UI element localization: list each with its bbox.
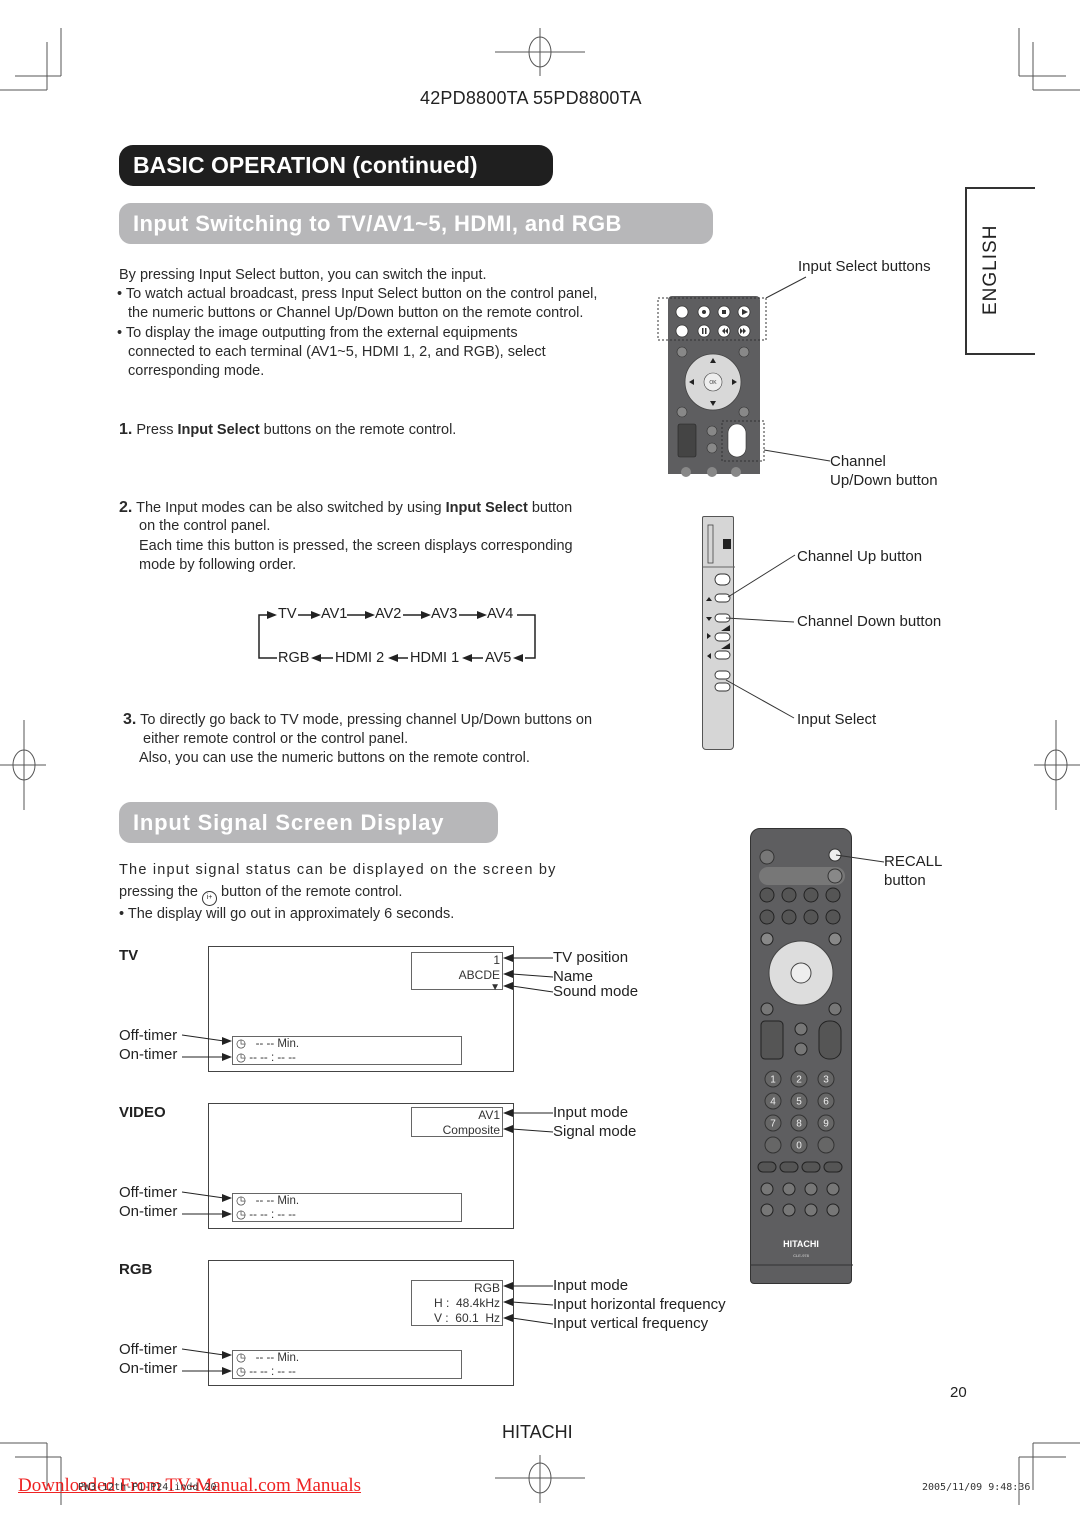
number-label: 0 <box>796 1141 802 1152</box>
callout-recall-button: button <box>884 872 926 889</box>
number-label: 6 <box>823 1097 829 1108</box>
info-line: Composite <box>442 1123 500 1137</box>
print-timestamp: 2005/11/09 9:48:36 <box>922 1482 1031 1493</box>
channel-rocker <box>818 1020 842 1060</box>
number-label: 1 <box>770 1075 776 1086</box>
color-button <box>801 1161 821 1173</box>
info-line: AV1 <box>478 1108 500 1122</box>
number-label: 3 <box>823 1075 829 1086</box>
off-timer-label: Off-timer <box>119 1341 178 1358</box>
info-box: RGB H : 48.4kHz V : 60.1 Hz <box>411 1280 503 1326</box>
recall-callout-line <box>835 854 885 863</box>
return-button <box>828 932 842 946</box>
on-timer-value: -- -- : -- -- <box>249 1209 296 1221</box>
color-button <box>757 1161 777 1173</box>
callout-arrow <box>503 1314 554 1325</box>
input-button <box>781 909 797 925</box>
function-button <box>782 1182 796 1196</box>
info-line: 1 <box>493 953 500 967</box>
input-button <box>759 909 775 925</box>
input-button <box>825 909 841 925</box>
function-button <box>804 1203 818 1217</box>
off-timer-label: Off-timer <box>119 1184 178 1201</box>
on-timer-row: ◷ -- -- : -- -- <box>236 1051 461 1065</box>
color-button <box>823 1161 843 1173</box>
pmode-button <box>828 1002 842 1016</box>
footer-brand: HITACHI <box>502 1422 573 1442</box>
function-button <box>826 1203 840 1217</box>
screen-callout: Input horizontal frequency <box>553 1296 726 1313</box>
callout-arrow <box>503 1282 553 1290</box>
screen-callout: Input mode <box>553 1277 629 1294</box>
number-button <box>764 1136 782 1154</box>
off-timer-label: Off-timer <box>119 1027 178 1044</box>
timer-arrows <box>181 1034 232 1061</box>
remote-brand: HITACHI <box>783 1239 819 1249</box>
info-line: ABCDE <box>458 968 500 982</box>
timer-arrows <box>181 1348 232 1375</box>
function-button <box>826 1182 840 1196</box>
screen-label-0: TV <box>119 947 139 964</box>
volume-rocker <box>760 1020 784 1060</box>
info-line: H : 48.4kHz <box>433 1296 500 1310</box>
function-button <box>760 1203 774 1217</box>
function-button <box>804 1182 818 1196</box>
callout-arrow <box>503 954 553 962</box>
timer-box: ◷ -- -- Min. ◷ -- -- : -- -- <box>232 1036 462 1065</box>
remote-model: CLE-978 <box>793 1253 809 1258</box>
timer-arrows <box>181 1191 232 1218</box>
number-label: 2 <box>796 1075 802 1086</box>
screen-callout: Input mode <box>553 1104 629 1121</box>
on-timer-value: -- -- : -- -- <box>249 1052 296 1064</box>
number-label: 8 <box>796 1119 802 1130</box>
off-timer-row: ◷ -- -- Min. <box>236 1037 461 1051</box>
off-timer-row: ◷ -- -- Min. <box>236 1194 461 1208</box>
callout-arrow <box>503 982 554 993</box>
indd-filename: PW3-12th-P1-P24.indd 20 <box>78 1482 217 1493</box>
smode-button <box>760 1002 774 1016</box>
input-button <box>803 909 819 925</box>
screen-label-2: RGB <box>119 1261 153 1278</box>
function-button <box>782 1203 796 1217</box>
sub-button <box>794 1022 808 1036</box>
on-timer-label: On-timer <box>119 1203 178 1220</box>
menu-button <box>760 932 774 946</box>
info-box: AV1 Composite <box>411 1107 503 1137</box>
number-label: 9 <box>823 1119 829 1130</box>
on-timer-row: ◷ -- -- : -- -- <box>236 1208 461 1222</box>
function-button <box>760 1182 774 1196</box>
number-label: 5 <box>796 1097 802 1108</box>
screen-callout: TV position <box>553 949 629 966</box>
on-timer-label: On-timer <box>119 1360 178 1377</box>
number-button <box>817 1136 835 1154</box>
off-timer-value: -- -- Min. <box>255 1195 300 1207</box>
timer-box: ◷ -- -- Min. ◷ -- -- : -- -- <box>232 1193 462 1222</box>
timer-box: ◷ -- -- Min. ◷ -- -- : -- -- <box>232 1350 462 1379</box>
off-timer-row: ◷ -- -- Min. <box>236 1351 461 1365</box>
callout-recall: RECALL <box>884 853 943 870</box>
callout-arrow <box>503 1109 553 1117</box>
screen-callout: Signal mode <box>553 1123 637 1140</box>
off-timer-value: -- -- Min. <box>255 1038 300 1050</box>
callout-arrow <box>503 1298 554 1306</box>
screen-callout: Sound mode <box>553 983 639 1000</box>
info-line: RGB <box>473 1281 500 1295</box>
on-timer-label: On-timer <box>119 1046 178 1063</box>
screen-callout: Input vertical frequency <box>553 1315 709 1332</box>
info-line: ▼ <box>490 982 500 993</box>
ok-button <box>790 962 812 984</box>
info-box: 1 ABCDE ▼ <box>411 952 503 993</box>
callout-arrow <box>503 1125 554 1133</box>
signal-display-bullet: • The display will go out in approximate… <box>119 906 455 922</box>
number-label: 7 <box>770 1119 776 1130</box>
page-number: 20 <box>950 1384 967 1401</box>
number-label: 4 <box>770 1097 776 1108</box>
on-timer-row: ◷ -- -- : -- -- <box>236 1365 461 1379</box>
mute-button <box>794 1042 808 1056</box>
on-timer-value: -- -- : -- -- <box>249 1366 296 1378</box>
info-line: V : 60.1 Hz <box>433 1311 500 1325</box>
color-button <box>779 1161 799 1173</box>
screen-label-1: VIDEO <box>119 1104 166 1121</box>
off-timer-value: -- -- Min. <box>255 1352 300 1364</box>
